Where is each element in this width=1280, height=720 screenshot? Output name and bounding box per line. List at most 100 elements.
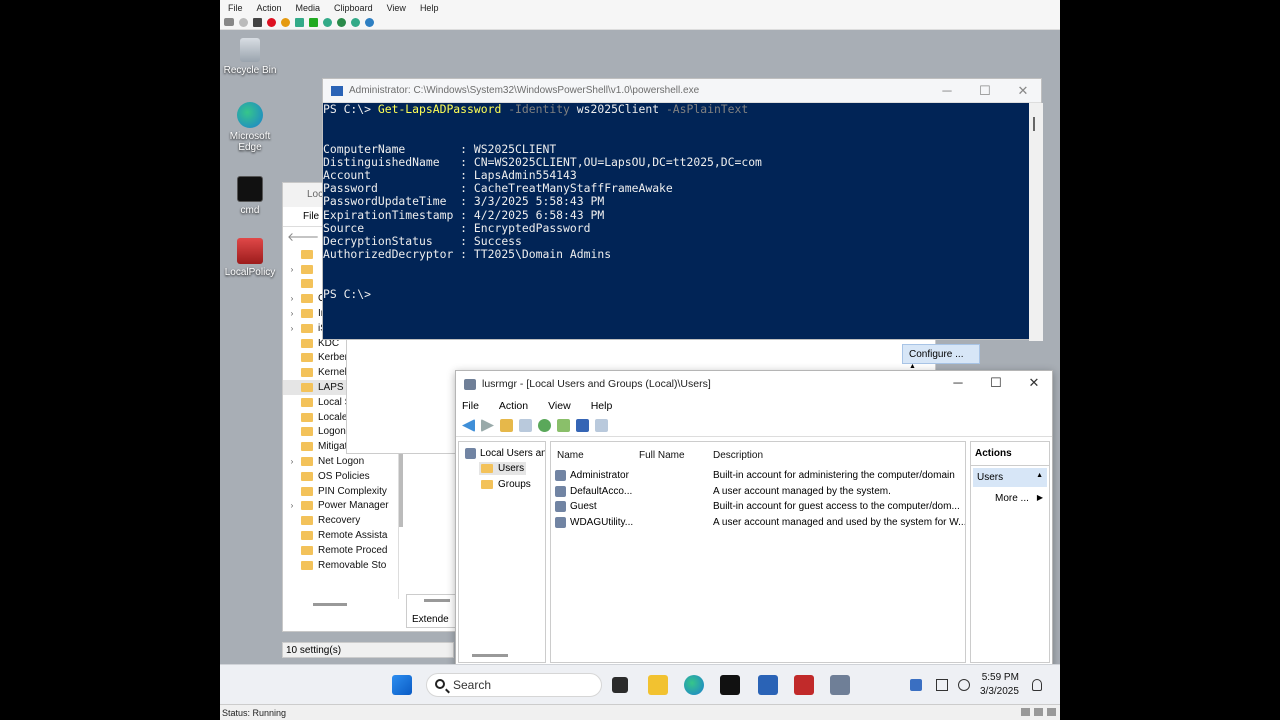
tree-item-users[interactable]: Users: [479, 462, 527, 475]
gpo-tree-item[interactable]: PIN Complexity: [283, 484, 398, 499]
host-menu-help[interactable]: Help: [420, 3, 439, 13]
action-more[interactable]: More ... ▶: [971, 489, 1049, 504]
minimize-button[interactable]: ─: [929, 79, 965, 103]
scroll-thumb[interactable]: [1033, 117, 1035, 131]
host-menu-action[interactable]: Action: [257, 3, 282, 13]
back-arrow-icon[interactable]: [462, 419, 475, 432]
shutdown-icon[interactable]: [267, 17, 276, 27]
turn-off-icon[interactable]: [253, 17, 262, 27]
taskbar-clock[interactable]: 5:59 PM 3/3/2025: [980, 671, 1019, 699]
share-icon[interactable]: [365, 17, 374, 27]
menu-view[interactable]: View: [548, 400, 571, 412]
gpo-tree-item[interactable]: Recovery: [283, 513, 398, 528]
refresh-icon[interactable]: [538, 419, 551, 432]
desktop-icon-cmd[interactable]: cmd: [220, 176, 280, 216]
user-name: Guest: [570, 501, 597, 513]
edge-icon[interactable]: [684, 675, 704, 695]
save-state-icon[interactable]: [281, 17, 290, 27]
user-row[interactable]: Administrator Built-in account for admini…: [555, 468, 965, 483]
gpo-tree-label: Recovery: [318, 515, 361, 527]
gpo-configure-action[interactable]: Configure ... ▲: [902, 344, 980, 370]
powershell-icon[interactable]: [758, 675, 778, 695]
taskbar-search[interactable]: Search: [426, 673, 602, 697]
folder-icon: [301, 427, 313, 437]
gpo-tree-item[interactable]: Remote Proced: [283, 543, 398, 558]
desktop-icon-edge[interactable]: Microsoft Edge: [220, 102, 280, 153]
checkpoint-icon[interactable]: [323, 17, 332, 27]
host-menu-clipboard[interactable]: Clipboard: [334, 3, 373, 13]
user-description: A user account managed by the system.: [713, 485, 891, 497]
column-header-description[interactable]: Description: [713, 450, 763, 461]
export-list-icon[interactable]: [557, 419, 570, 432]
gpo-tree-item[interactable]: › Net Logon: [283, 454, 398, 469]
gpo-list-hscroll[interactable]: [424, 599, 450, 602]
tree-item-groups[interactable]: Groups: [479, 478, 533, 491]
file-explorer-icon[interactable]: [648, 675, 668, 695]
user-row[interactable]: WDAGUtility... A user account managed and…: [555, 515, 965, 530]
resume-icon[interactable]: [309, 17, 318, 27]
tray-network-icon[interactable]: [910, 679, 922, 691]
console-arg: ws2025Client: [576, 103, 660, 116]
chevron-right-icon[interactable]: ›: [283, 309, 301, 318]
user-row[interactable]: Guest Built-in account for guest access t…: [555, 499, 965, 514]
gpo-tab-extended[interactable]: Extende: [412, 614, 449, 625]
maximize-button[interactable]: ☐: [978, 371, 1014, 395]
console-output-key: ExpirationTimestamp: [323, 207, 454, 222]
gpo-tree-item[interactable]: Remote Assista: [283, 528, 398, 543]
user-icon: [555, 485, 566, 497]
gpo-menu-file[interactable]: File: [303, 211, 319, 222]
tree-hscroll[interactable]: [472, 654, 508, 657]
close-button[interactable]: ✕: [1016, 371, 1052, 395]
start-icon[interactable]: [239, 17, 248, 27]
gpo-tree-item[interactable]: Removable Sto: [283, 558, 398, 573]
menu-action[interactable]: Action: [499, 400, 528, 412]
gpo-tree-hscroll[interactable]: [313, 603, 347, 606]
folder-icon: [301, 457, 313, 467]
user-row[interactable]: DefaultAcco... A user account managed by …: [555, 484, 965, 499]
help-icon[interactable]: [576, 419, 589, 432]
minimize-button[interactable]: ─: [940, 371, 976, 395]
windows-start-icon[interactable]: [392, 675, 412, 695]
show-hide-tree-icon[interactable]: [519, 419, 532, 432]
host-menu-view[interactable]: View: [387, 3, 406, 13]
chevron-right-icon[interactable]: ›: [283, 265, 301, 274]
console-cmdlet: Get-LapsADPassword: [377, 103, 502, 116]
back-arrow-icon[interactable]: 🡐: [287, 229, 319, 244]
ctrl-alt-del-icon[interactable]: [224, 18, 234, 26]
pause-icon[interactable]: [295, 17, 304, 27]
desktop-icon-recycle-bin[interactable]: Recycle Bin: [220, 38, 280, 76]
revert-icon[interactable]: [337, 17, 346, 27]
lusrmgr-icon[interactable]: [830, 675, 850, 695]
gpo-tree-item[interactable]: › Power Manager: [283, 499, 398, 514]
powershell-console[interactable]: PS C:\> Get-LapsADPassword -Identity ws2…: [323, 103, 1029, 341]
menu-help[interactable]: Help: [591, 400, 613, 412]
chevron-right-icon[interactable]: ›: [283, 501, 301, 510]
column-header-full-name[interactable]: Full Name: [639, 450, 685, 461]
console-prompt: PS C:\>: [323, 103, 378, 116]
toolbox-icon[interactable]: [794, 675, 814, 695]
desktop-icon-localpolicy[interactable]: LocalPolicy: [220, 238, 280, 278]
powershell-scrollbar[interactable]: [1029, 103, 1043, 341]
tray-volume-icon[interactable]: [958, 679, 970, 691]
menu-file[interactable]: File: [462, 400, 479, 412]
chevron-right-icon[interactable]: ›: [283, 324, 301, 333]
chevron-right-icon[interactable]: ›: [283, 294, 301, 303]
status-lock-icon: [1034, 708, 1043, 716]
cmd-icon[interactable]: [720, 675, 740, 695]
notification-bell-icon[interactable]: [1032, 679, 1042, 691]
actions-section-users[interactable]: Users ▲: [973, 468, 1047, 487]
tree-root[interactable]: Local Users and: [465, 448, 545, 459]
enhanced-session-icon[interactable]: [351, 17, 360, 27]
task-view-icon[interactable]: [612, 677, 628, 693]
chevron-right-icon[interactable]: ›: [283, 457, 301, 466]
up-folder-icon[interactable]: [500, 419, 513, 432]
gpo-tree-item[interactable]: OS Policies: [283, 469, 398, 484]
maximize-button[interactable]: ☐: [967, 79, 1003, 103]
host-menu-media[interactable]: Media: [296, 3, 321, 13]
tray-display-icon[interactable]: [936, 679, 948, 691]
host-menu-file[interactable]: File: [228, 3, 243, 13]
close-button[interactable]: ✕: [1005, 79, 1041, 103]
column-header-name[interactable]: Name: [557, 450, 584, 461]
forward-arrow-icon[interactable]: [481, 419, 494, 432]
show-hide-action-pane-icon[interactable]: [595, 419, 608, 432]
